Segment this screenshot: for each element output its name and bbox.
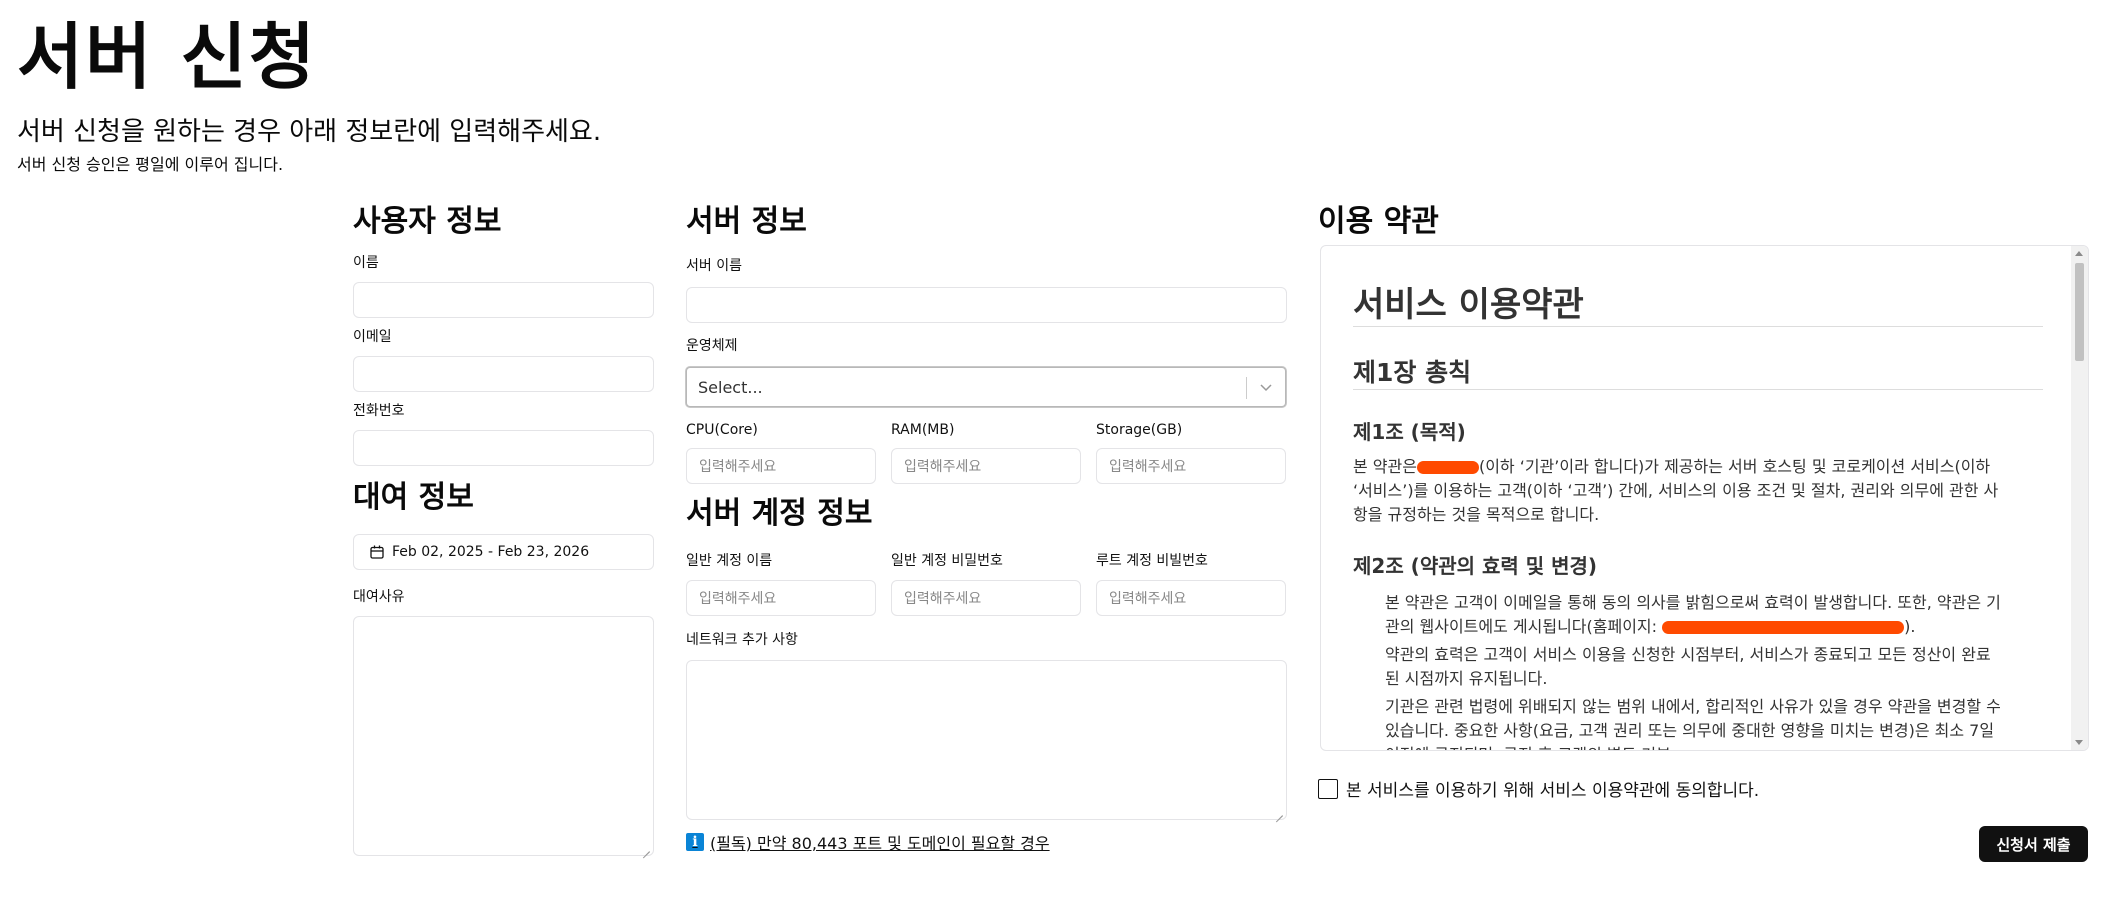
reason-textarea[interactable] (353, 616, 654, 856)
ram-label: RAM(MB) (891, 422, 955, 438)
rental-info-title: 대여 정보 (353, 480, 474, 515)
terms-scrollbar[interactable] (2071, 246, 2088, 750)
server-name-label: 서버 이름 (686, 258, 742, 274)
date-range-picker[interactable]: Feb 02, 2025 - Feb 23, 2026 (353, 534, 654, 570)
phone-input[interactable] (353, 430, 654, 466)
os-select-value: Select... (698, 377, 763, 397)
server-name-input[interactable] (686, 287, 1287, 323)
article-2-para-2: 약관의 효력은 고객이 서비스 이용을 신청한 시점부터, 서비스가 종료되고 … (1385, 645, 1991, 688)
article-1-title: 제1조 (목적) (1353, 420, 1466, 444)
terms-doc-title: 서비스 이용약관 (1353, 285, 1584, 325)
os-label: 운영체제 (686, 338, 738, 354)
user-password-input[interactable]: 입력해주세요 (891, 580, 1081, 616)
calendar-icon (370, 545, 384, 559)
article-2-para-1: 본 약관은 고객이 이메일을 통해 동의 의사를 밝힘으로써 효력이 발생합니다… (1385, 593, 2001, 636)
root-password-input[interactable]: 입력해주세요 (1096, 580, 1286, 616)
redaction-mark (1662, 621, 1905, 634)
scroll-up-icon[interactable] (2075, 251, 2083, 256)
divider (1353, 326, 2043, 327)
name-input[interactable] (353, 282, 654, 318)
user-password-label: 일반 계정 비밀번호 (891, 553, 1003, 569)
scroll-down-icon[interactable] (2075, 740, 2083, 745)
terms-chapter-1: 제1장 총칙 (1353, 358, 1472, 387)
network-textarea[interactable] (686, 660, 1287, 820)
article-2-title: 제2조 (약관의 효력 및 변경) (1353, 554, 1598, 578)
scroll-thumb[interactable] (2075, 263, 2084, 361)
submit-button[interactable]: 신청서 제출 (1979, 826, 2088, 862)
terms-agree-row[interactable]: 본 서비스를 이용하기 위해 서비스 이용약관에 동의합니다. (1318, 776, 1759, 801)
storage-label: Storage(GB) (1096, 422, 1183, 438)
article-2-para-3: 기관은 관련 법령에 위배되지 않는 범위 내에서, 합리적인 사유가 있을 경… (1385, 697, 2001, 750)
terms-scroll-box[interactable]: 서비스 이용약관 제1장 총칙 제1조 (목적) 본 약관은 (이하 ‘기관’이라… (1320, 245, 2089, 751)
email-input[interactable] (353, 356, 654, 392)
article-1-text: 본 약관은 (이하 ‘기관’이라 합니다)가 제공하는 서버 호스팅 및 코로케이… (1353, 457, 1999, 524)
cpu-input[interactable]: 입력해주세요 (686, 448, 876, 484)
port-domain-info-link[interactable]: i (필독) 만약 80,443 포트 및 도메인이 필요할 경우 (686, 830, 1050, 854)
select-separator (1246, 377, 1247, 399)
reason-label: 대여사유 (353, 589, 405, 605)
redaction-mark (1416, 461, 1479, 474)
terms-agree-label: 본 서비스를 이용하기 위해 서비스 이용약관에 동의합니다. (1346, 781, 1760, 801)
page-subtitle: 서버 신청을 원하는 경우 아래 정보란에 입력해주세요. (17, 117, 602, 147)
terms-agree-checkbox[interactable] (1318, 778, 1338, 799)
terms-title: 이용 약관 (1318, 204, 1439, 239)
user-info-title: 사용자 정보 (353, 204, 502, 239)
cpu-label: CPU(Core) (686, 422, 758, 438)
storage-input[interactable]: 입력해주세요 (1096, 448, 1286, 484)
ram-input[interactable]: 입력해주세요 (891, 448, 1081, 484)
user-account-label: 일반 계정 이름 (686, 553, 773, 569)
resize-handle-icon[interactable] (1274, 807, 1284, 817)
root-password-label: 루트 계정 비빌번호 (1096, 553, 1208, 569)
date-range-text: Feb 02, 2025 - Feb 23, 2026 (392, 544, 590, 560)
phone-label: 전화번호 (353, 403, 405, 419)
email-label: 이메일 (353, 329, 392, 345)
account-info-title: 서버 계정 정보 (686, 496, 873, 531)
info-icon: i (686, 833, 704, 851)
port-domain-info-text: (필독) 만약 80,443 포트 및 도메인이 필요할 경우 (710, 834, 1050, 853)
chevron-down-icon[interactable] (1259, 380, 1273, 394)
name-label: 이름 (353, 255, 379, 271)
page-note: 서버 신청 승인은 평일에 이루어 집니다. (17, 155, 284, 174)
os-select[interactable]: Select... (686, 367, 1286, 407)
page-title: 서버 신청 (17, 15, 318, 99)
user-account-input[interactable]: 입력해주세요 (686, 580, 876, 616)
server-info-title: 서버 정보 (686, 204, 807, 239)
network-label: 네트워크 추가 사항 (686, 632, 798, 648)
divider (1353, 389, 2043, 390)
resize-handle-icon[interactable] (641, 843, 651, 853)
